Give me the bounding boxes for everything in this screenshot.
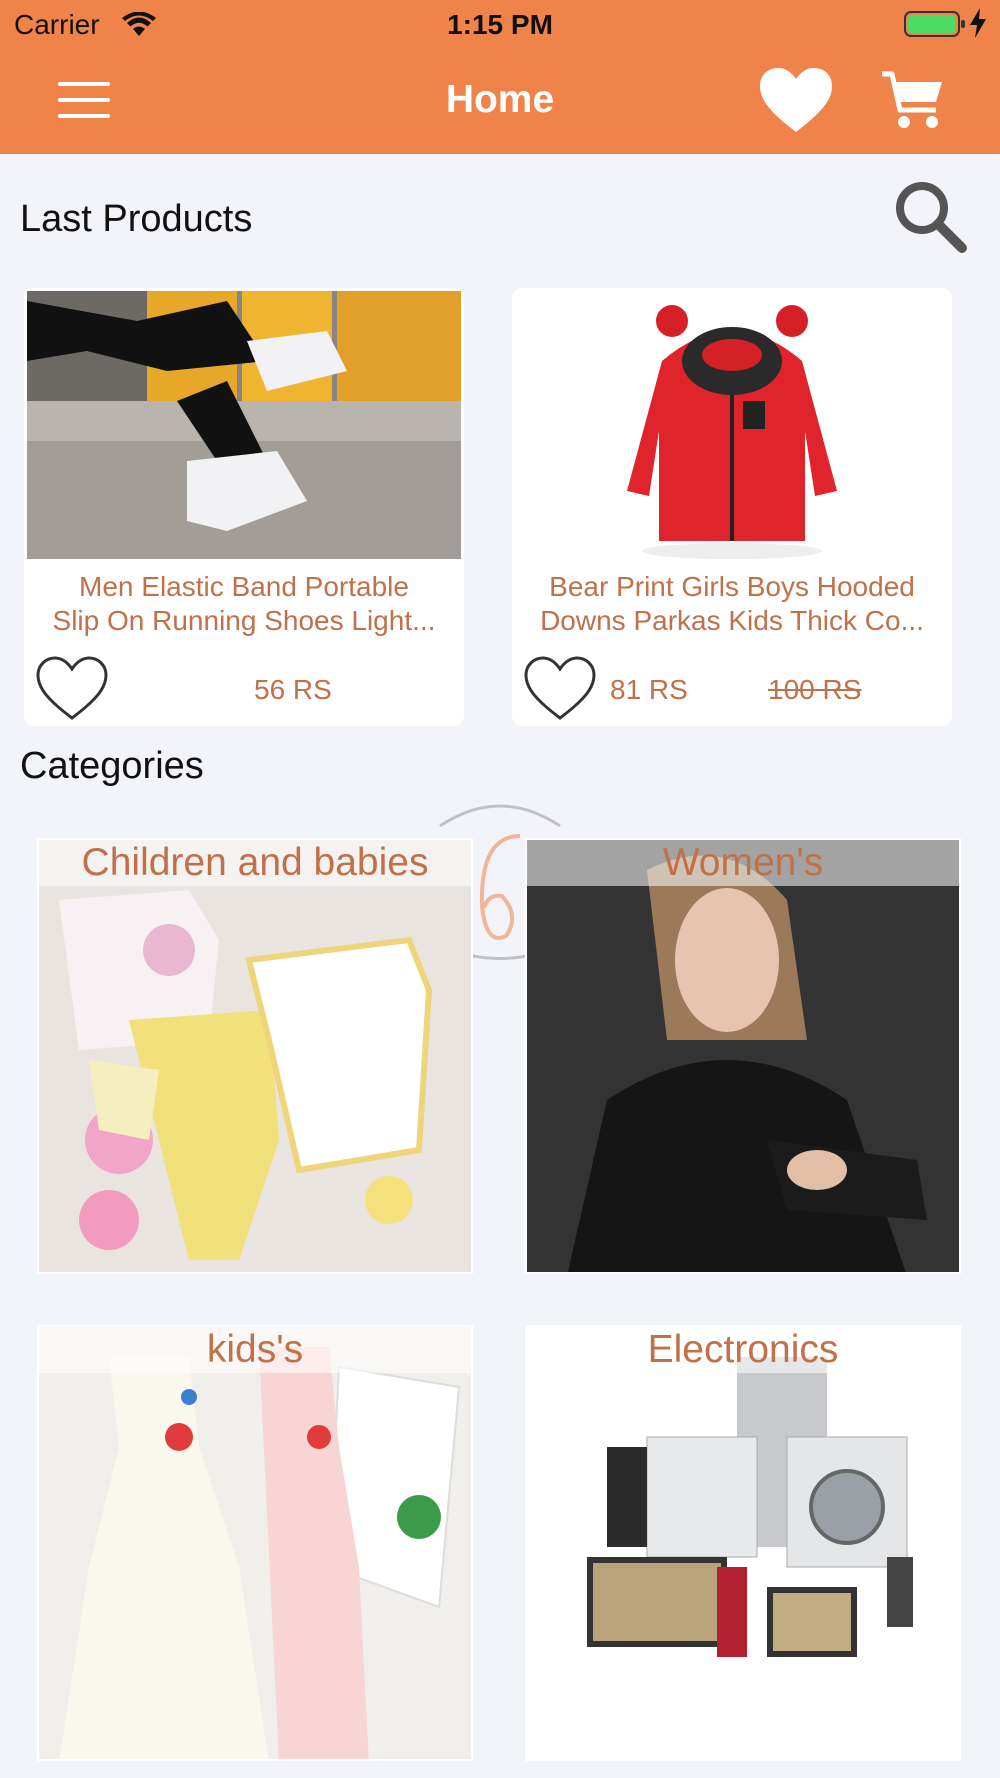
category-womens[interactable]: Women's	[525, 838, 961, 1274]
category-children-and-babies[interactable]: Children and babies	[37, 838, 473, 1274]
category-electronics[interactable]: Electronics	[525, 1325, 961, 1761]
product-image[interactable]	[515, 291, 949, 559]
product-card[interactable]: Bear Print Girls Boys Hooded Downs Parka…	[512, 288, 952, 726]
category-label: Women's	[527, 840, 959, 886]
favorites-button[interactable]	[760, 68, 832, 138]
last-products-title: Last Products	[20, 198, 253, 240]
status-bar: Carrier 1:15 PM	[0, 0, 1000, 50]
product-name-line: Slip On Running Shoes Light...	[52, 605, 436, 636]
product-name: Bear Print Girls Boys Hooded Downs Parka…	[518, 570, 946, 640]
top-bar: Carrier 1:15 PM Home	[0, 0, 1000, 154]
product-old-price: 100 RS	[768, 674, 862, 705]
add-to-wishlist-button[interactable]	[34, 654, 114, 726]
product-name-line: Downs Parkas Kids Thick Co...	[540, 605, 924, 636]
cart-icon	[882, 71, 942, 128]
category-image	[527, 840, 959, 1272]
product-image[interactable]	[27, 291, 461, 559]
product-price: 56 RS	[254, 674, 332, 705]
cart-button[interactable]	[880, 68, 946, 134]
heart-outline-icon	[524, 656, 596, 720]
category-image	[39, 1327, 471, 1759]
battery-icon	[904, 10, 966, 43]
search-icon	[896, 182, 967, 253]
category-kids[interactable]: kids's	[37, 1325, 473, 1761]
add-to-wishlist-button[interactable]	[522, 654, 602, 726]
categories-title: Categories	[20, 745, 204, 787]
heart-icon	[760, 68, 832, 132]
heart-outline-icon	[36, 656, 108, 720]
charging-icon	[970, 8, 986, 43]
product-name-line: Men Elastic Band Portable	[79, 571, 409, 602]
product-name: Men Elastic Band Portable Slip On Runnin…	[30, 570, 458, 640]
page-title: Home	[445, 78, 555, 121]
product-card[interactable]: Men Elastic Band Portable Slip On Runnin…	[24, 288, 464, 726]
product-name-line: Bear Print Girls Boys Hooded	[549, 571, 915, 602]
category-image	[527, 1327, 959, 1759]
search-button[interactable]	[890, 176, 970, 256]
category-image	[39, 840, 471, 1272]
product-price: 81 RS	[610, 674, 688, 705]
category-label: kids's	[39, 1327, 471, 1373]
status-time: 1:15 PM	[447, 9, 553, 40]
category-label: Children and babies	[39, 840, 471, 886]
category-label: Electronics	[527, 1327, 959, 1373]
